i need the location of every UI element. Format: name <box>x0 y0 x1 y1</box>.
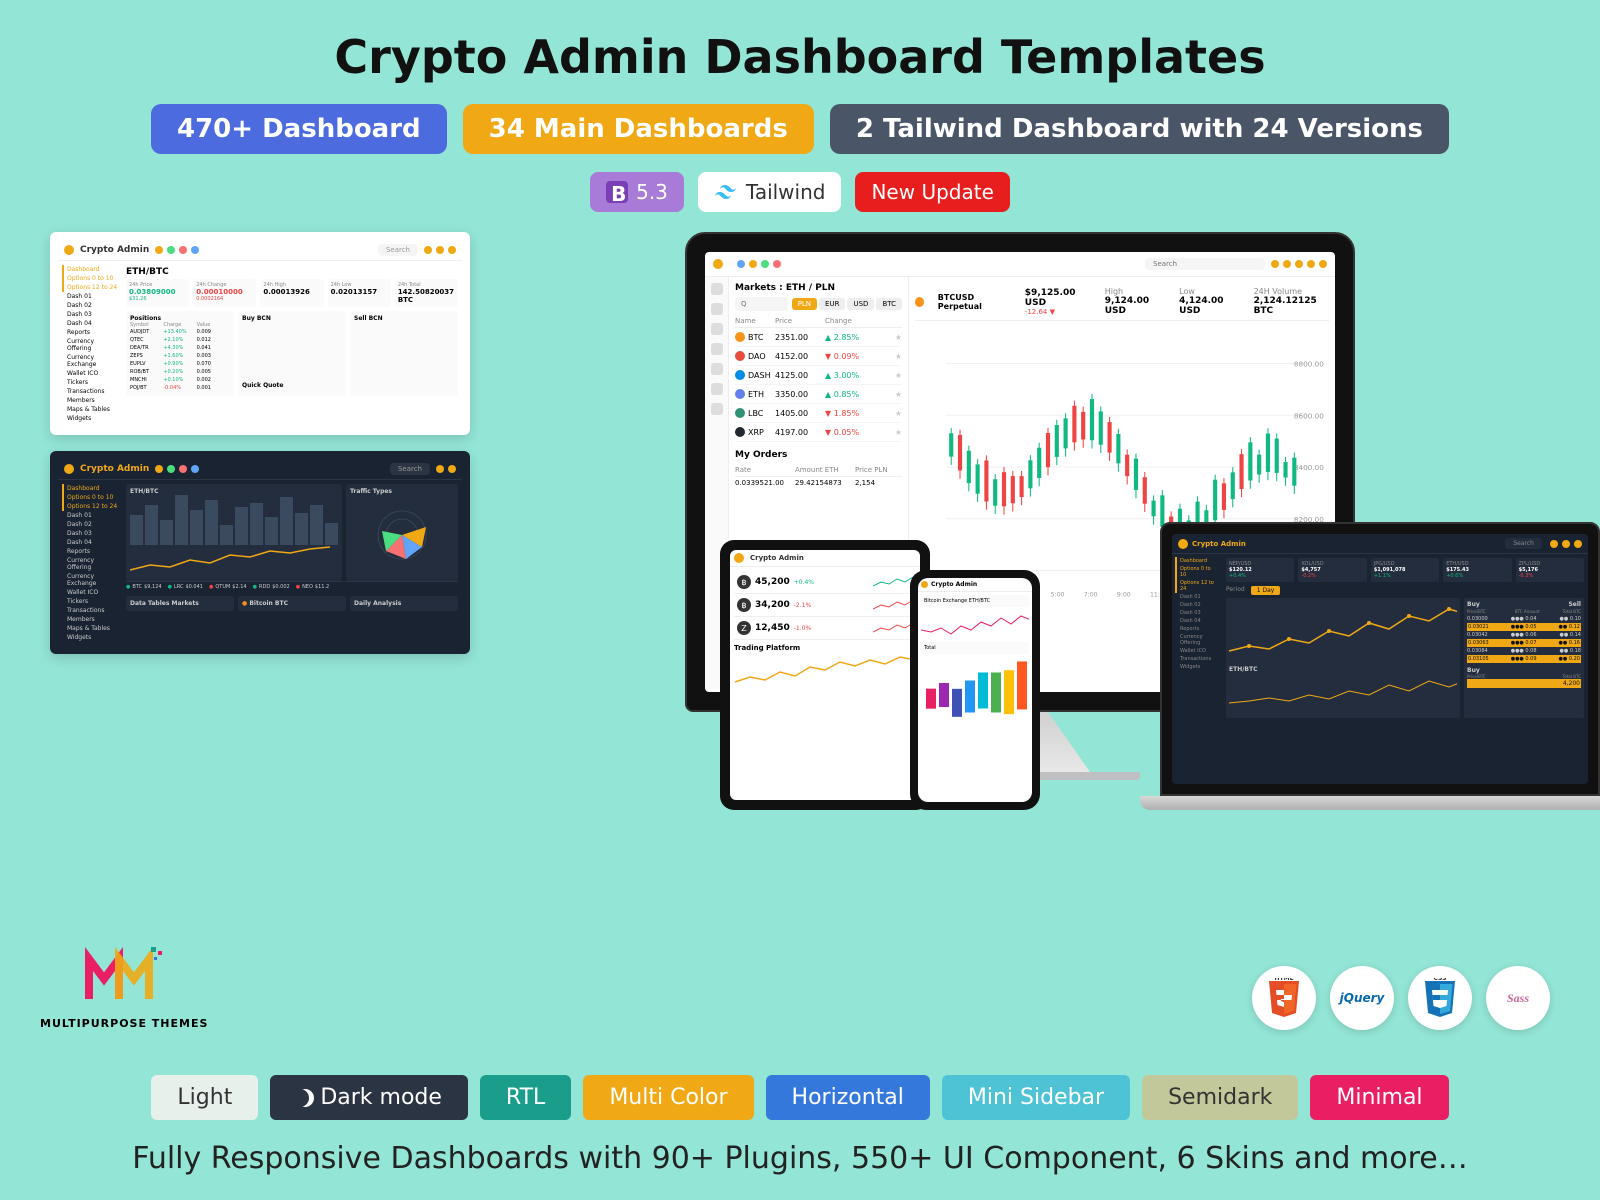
sidebar-item[interactable]: Members <box>62 396 122 405</box>
market-tab[interactable]: EUR <box>819 298 845 310</box>
markets-search[interactable] <box>735 297 788 311</box>
market-row[interactable]: LBC1405.00▼ 1.85%★ <box>735 404 902 423</box>
top-badges: 470+ Dashboard 34 Main Dashboards 2 Tail… <box>40 104 1560 154</box>
trading-title: Trading Platform <box>730 644 920 652</box>
btc-icon <box>915 297 924 307</box>
sass-logo: Sass <box>1486 966 1550 1030</box>
option-semidark[interactable]: Semidark <box>1142 1075 1298 1120</box>
sidebar-item[interactable]: Maps & Tables <box>62 405 122 414</box>
phone-chart <box>921 610 1029 640</box>
sidebar-item[interactable]: Currency Offering <box>62 337 122 353</box>
logo-icon <box>713 259 723 269</box>
market-row[interactable]: BTC2351.00▲ 2.85%★ <box>735 328 902 347</box>
jquery-logo: jQuery <box>1330 966 1394 1030</box>
laptop-mockup: Crypto Admin Search DashboardOptions 0 t… <box>1160 522 1600 810</box>
svg-text:7:00: 7:00 <box>1084 591 1098 598</box>
ticker-symbol: BTCUSD Perpetual <box>938 293 1011 311</box>
sidebar-item[interactable]: Transactions <box>62 387 122 396</box>
sidebar-item[interactable]: Dashboard <box>62 265 122 274</box>
bootstrap-icon <box>606 181 628 203</box>
sub-badges: 5.3 Tailwind New Update <box>40 172 1560 212</box>
option-dark-mode[interactable]: Dark mode <box>270 1075 468 1120</box>
tablet-mockup: Crypto Admin ฿45,200+0.4%฿34,200-2.1%Z12… <box>720 540 930 810</box>
market-tab[interactable]: PLN <box>792 298 817 310</box>
laptop-chart <box>1229 601 1457 661</box>
bootstrap-version: 5.3 <box>636 180 668 204</box>
search-input[interactable]: Search <box>378 244 418 256</box>
exchange-card: Bitcoin Exchange ETH/BTC <box>921 595 1029 607</box>
badge-bootstrap: 5.3 <box>590 172 684 212</box>
search-input[interactable] <box>1145 258 1265 270</box>
market-row[interactable]: DASH4125.00▲ 3.00%★ <box>735 366 902 385</box>
option-mini-sidebar[interactable]: Mini Sidebar <box>942 1075 1130 1120</box>
option-multi-color[interactable]: Multi Color <box>583 1075 753 1120</box>
option-minimal[interactable]: Minimal <box>1310 1075 1448 1120</box>
search-input[interactable]: Search <box>390 463 430 475</box>
option-rtl[interactable]: RTL <box>480 1075 571 1120</box>
css3-logo: CSS <box>1408 966 1472 1030</box>
tech-logos: HTML jQuery CSS Sass <box>1252 966 1550 1030</box>
search-input[interactable]: Search <box>1505 538 1542 549</box>
svg-text:8800.00: 8800.00 <box>1294 360 1324 369</box>
buy-title: Buy BCN <box>242 315 342 322</box>
period-select[interactable]: 1 Day <box>1251 586 1281 595</box>
option-horizontal[interactable]: Horizontal <box>766 1075 930 1120</box>
badge-new-update: New Update <box>855 172 1009 212</box>
markets-title: Markets : ETH / PLN <box>735 283 902 293</box>
orders-title: My Orders <box>735 450 902 460</box>
subtitle: Fully Responsive Dashboards with 90+ Plu… <box>0 1141 1600 1176</box>
sidebar-item[interactable]: Dash 03 <box>62 310 122 319</box>
sidebar-item[interactable]: Tickers <box>62 378 122 387</box>
sidebar-item[interactable]: Dash 01 <box>62 292 122 301</box>
trading-chart <box>730 652 920 692</box>
preview-dark-dashboard: Crypto Admin Search DashboardOptions 0 t… <box>50 451 470 654</box>
market-tab[interactable]: USD <box>847 298 874 310</box>
svg-text:8600.00: 8600.00 <box>1294 411 1324 420</box>
pair-title: ETH/BTC <box>130 488 338 495</box>
svg-text:HTML: HTML <box>1275 978 1294 982</box>
brand: Crypto Admin <box>80 464 149 474</box>
sidebar-item[interactable]: Options 0 to 10 <box>62 274 122 283</box>
sidebar-item[interactable]: Widgets <box>62 414 122 423</box>
html5-logo: HTML <box>1252 966 1316 1030</box>
sidebar-item[interactable]: Reports <box>62 328 122 337</box>
badge-main: 34 Main Dashboards <box>463 104 814 154</box>
market-row[interactable]: ETH3350.00▲ 0.85%★ <box>735 385 902 404</box>
logo-icon <box>64 464 74 474</box>
svg-text:CSS: CSS <box>1434 978 1447 982</box>
preview-light-dashboard: Crypto Admin Search DashboardOptions 0 t… <box>50 232 470 435</box>
sidebar-item[interactable]: Wallet ICO <box>62 369 122 378</box>
svg-text:8400.00: 8400.00 <box>1294 463 1324 472</box>
market-row[interactable]: DAO4152.00▼ 0.09%★ <box>735 347 902 366</box>
sell-title: Sell BCN <box>354 315 454 322</box>
badge-tailwind: 2 Tailwind Dashboard with 24 Versions <box>830 104 1449 154</box>
traffic-title: Traffic Types <box>350 488 454 495</box>
theme-options: Light Dark mode RTL Multi Color Horizont… <box>0 1075 1600 1120</box>
market-row[interactable]: XRP4197.00▼ 0.05%★ <box>735 423 902 442</box>
sidebar-item[interactable]: Dash 02 <box>62 301 122 310</box>
market-tab[interactable]: BTC <box>876 298 902 310</box>
sidebar-item[interactable]: Options 12 to 24 <box>62 283 122 292</box>
badge-dashboards: 470+ Dashboard <box>151 104 447 154</box>
positions-title: Positions <box>130 315 230 322</box>
brand: Crypto Admin <box>80 245 149 255</box>
tailwind-icon <box>714 185 738 199</box>
sidebar-item[interactable]: Dash 04 <box>62 319 122 328</box>
brand-logo: MULTIPURPOSE THEMES <box>40 939 208 1030</box>
tailwind-label: Tailwind <box>746 180 826 204</box>
moon-icon <box>296 1089 314 1107</box>
badge-tailwind-tech: Tailwind <box>698 172 842 212</box>
logo-icon <box>64 245 74 255</box>
sidebar-item[interactable]: Currency Exchange <box>62 353 122 369</box>
svg-text:9:00: 9:00 <box>1117 591 1131 598</box>
phone-mockup: Crypto Admin Bitcoin Exchange ETH/BTC To… <box>910 570 1040 810</box>
option-light[interactable]: Light <box>151 1075 258 1120</box>
page-title: Crypto Admin Dashboard Templates <box>40 30 1560 84</box>
pair-title: ETH/BTC <box>126 265 458 279</box>
svg-text:5:00: 5:00 <box>1051 591 1065 598</box>
quote-title: Quick Quote <box>242 382 342 389</box>
